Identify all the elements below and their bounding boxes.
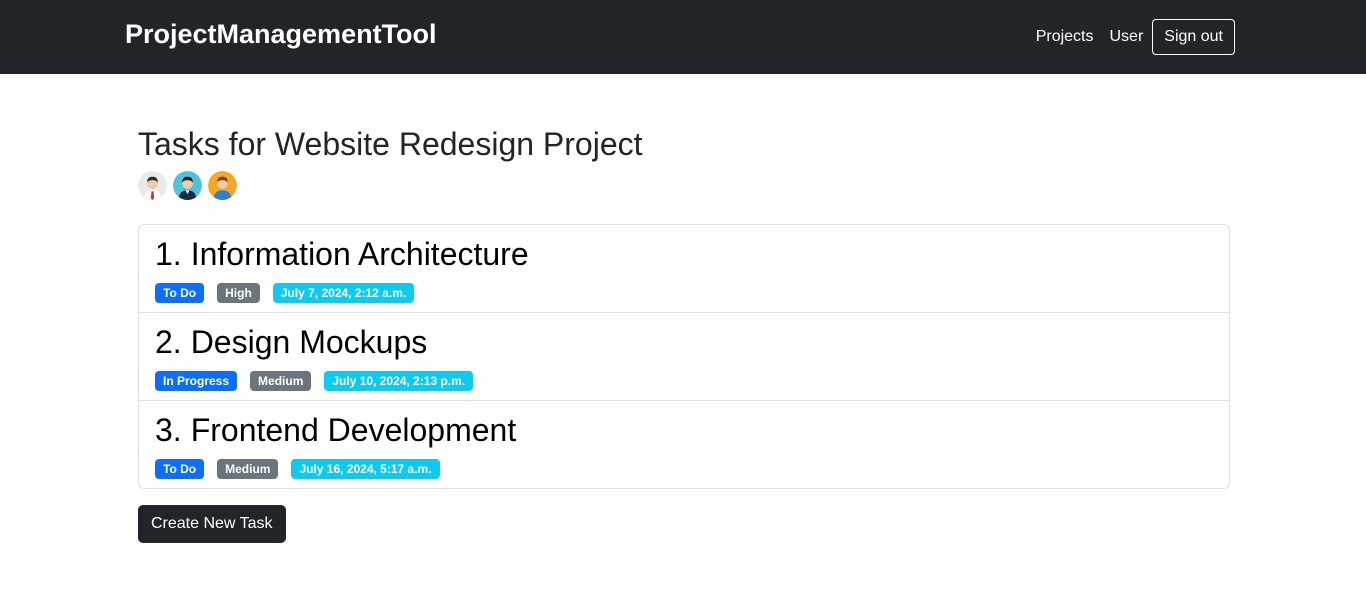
task-item[interactable]: 1. Information Architecture To Do High Ju… (139, 225, 1229, 313)
project-members (138, 171, 1230, 200)
task-number: 2. (155, 324, 182, 360)
task-title: 1. Information Architecture (155, 235, 1213, 273)
nav-link-projects[interactable]: Projects (1036, 28, 1094, 46)
task-badges: To Do High July 7, 2024, 2:12 a.m. (155, 283, 1213, 303)
navbar: ProjectManagementTool Projects User Sign… (0, 0, 1366, 74)
create-new-task-button[interactable]: Create New Task (138, 505, 286, 543)
task-list: 1. Information Architecture To Do High Ju… (138, 224, 1230, 489)
task-badges: In Progress Medium July 10, 2024, 2:13 p… (155, 371, 1213, 391)
due-date-badge: July 16, 2024, 5:17 a.m. (291, 459, 440, 479)
nav-link-user[interactable]: User (1110, 28, 1144, 46)
task-number: 3. (155, 412, 182, 448)
navbar-inner: ProjectManagementTool Projects User Sign… (125, 19, 1235, 55)
task-number: 1. (155, 236, 182, 272)
nav-links: Projects User Sign out (1036, 19, 1235, 55)
task-item[interactable]: 3. Frontend Development To Do Medium July… (139, 401, 1229, 488)
brand-link[interactable]: ProjectManagementTool (125, 19, 437, 50)
avatar-man-red-tie-icon (138, 171, 167, 200)
main-content: Tasks for Website Redesign Project 1. Inf… (138, 125, 1230, 543)
status-badge: To Do (155, 283, 205, 303)
status-badge: To Do (155, 459, 205, 479)
task-item[interactable]: 2. Design Mockups In Progress Medium July… (139, 313, 1229, 401)
priority-badge: High (217, 283, 260, 303)
task-title: 2. Design Mockups (155, 323, 1213, 361)
avatar-man-orange-icon (208, 171, 237, 200)
task-title-text: Design Mockups (190, 324, 428, 360)
task-badges: To Do Medium July 16, 2024, 5:17 a.m. (155, 459, 1213, 479)
avatar-man-suit-icon (173, 171, 202, 200)
sign-out-button[interactable]: Sign out (1152, 19, 1235, 55)
task-title-text: Frontend Development (190, 412, 517, 448)
page-title: Tasks for Website Redesign Project (138, 126, 643, 162)
status-badge: In Progress (155, 371, 238, 391)
due-date-badge: July 10, 2024, 2:13 p.m. (324, 371, 474, 391)
task-title-text: Information Architecture (190, 236, 529, 272)
priority-badge: Medium (217, 459, 279, 479)
task-title: 3. Frontend Development (155, 411, 1213, 449)
due-date-badge: July 7, 2024, 2:12 a.m. (272, 283, 415, 303)
priority-badge: Medium (250, 371, 312, 391)
